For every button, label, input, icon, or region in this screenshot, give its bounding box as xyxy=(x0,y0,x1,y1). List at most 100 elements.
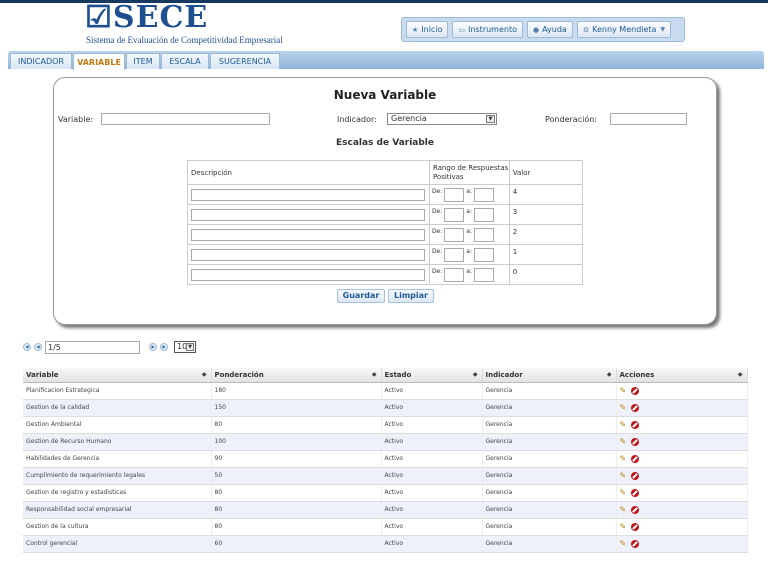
cell-acciones: ✎ xyxy=(616,535,748,553)
table-row[interactable]: Gestion de la calidad 150 Activo Gerencia ✎ xyxy=(23,399,748,417)
first-page-icon[interactable]: ◀ xyxy=(23,343,31,351)
range-cell: De: a: xyxy=(428,244,510,265)
last-page-icon[interactable]: ▶ xyxy=(160,343,168,351)
indicador-select[interactable]: Gerencia ▼ xyxy=(387,113,497,125)
ponderacion-input[interactable] xyxy=(610,113,687,125)
col-indicador[interactable]: Indicador ◆ xyxy=(482,368,617,383)
cell-ponderacion: 100 xyxy=(211,433,382,451)
table-row[interactable]: Control gerencial 60 Activo Gerencia ✎ xyxy=(23,535,748,553)
table-row[interactable]: Gestion de registro y estadisticas 80 Acti… xyxy=(23,484,748,502)
cell-estado: Activo xyxy=(381,450,483,468)
cell-ponderacion: 60 xyxy=(211,535,382,553)
description-input[interactable] xyxy=(191,229,425,241)
next-page-icon[interactable]: ▶ xyxy=(149,343,157,351)
range-to-input[interactable] xyxy=(473,248,494,262)
edit-pencil-icon[interactable]: ✎ xyxy=(620,403,629,412)
guardar-button[interactable]: Guardar xyxy=(337,289,385,303)
table-row[interactable]: Gestion de Recurso Humano 100 Activo Gerenc… xyxy=(23,433,748,451)
ayuda-label: Ayuda xyxy=(542,25,567,34)
tab-indicador[interactable]: INDICADOR xyxy=(10,53,72,69)
tab-escala[interactable]: ESCALA xyxy=(161,53,209,69)
range-to-input[interactable] xyxy=(473,208,494,222)
col-variable[interactable]: Variable ◆ xyxy=(23,368,212,383)
edit-pencil-icon[interactable]: ✎ xyxy=(620,437,629,446)
edit-pencil-icon[interactable]: ✎ xyxy=(620,505,629,514)
delete-icon[interactable] xyxy=(630,420,639,429)
table-row[interactable]: Habilidades de Gerencia 90 Activo Gerencia ✎ xyxy=(23,450,748,468)
cell-acciones: ✎ xyxy=(616,501,748,519)
edit-pencil-icon[interactable]: ✎ xyxy=(620,539,629,548)
table-header-row: Variable ◆ Ponderación ◆ Estado ◆ Indicador… xyxy=(23,368,748,383)
range-to-label: a: xyxy=(466,228,472,235)
cell-variable: Gestion de Recurso Humano xyxy=(23,433,212,451)
tab-item[interactable]: ITEM xyxy=(126,53,160,69)
delete-icon[interactable] xyxy=(630,522,639,531)
table-row[interactable]: Gestion de la cultura 80 Activo Gerencia ✎ xyxy=(23,518,748,536)
delete-icon[interactable] xyxy=(630,386,639,395)
delete-icon[interactable] xyxy=(630,437,639,446)
scale-row: De: a: 1 xyxy=(187,244,584,265)
description-input[interactable] xyxy=(191,189,425,201)
range-from-input[interactable] xyxy=(444,248,465,262)
limpiar-button[interactable]: Limpiar xyxy=(388,289,434,303)
scales-table: Descripción Rango de Respuestas Positiva… xyxy=(187,160,584,285)
logo-text: SECE xyxy=(112,0,209,35)
delete-icon[interactable] xyxy=(630,488,639,497)
inicio-button[interactable]: ★ Inicio xyxy=(406,21,449,38)
cell-acciones: ✎ xyxy=(616,518,748,536)
instrumento-button[interactable]: ▭ Instrumento xyxy=(452,21,523,38)
table-row[interactable]: Planificacion Estrategica 180 Activo Gerenc… xyxy=(23,382,748,400)
delete-icon[interactable] xyxy=(630,454,639,463)
col-ponderacion[interactable]: Ponderación ◆ xyxy=(211,368,382,383)
range-from-input[interactable] xyxy=(444,208,465,222)
range-from-label: De: xyxy=(431,228,443,235)
cell-estado: Activo xyxy=(381,501,483,519)
range-to-label: a: xyxy=(466,208,472,215)
pager: ◀ ◀ 1/5 ▶ ▶ 10 ▼ xyxy=(23,340,196,354)
description-input[interactable] xyxy=(191,209,425,221)
delete-icon[interactable] xyxy=(630,539,639,548)
range-to-input[interactable] xyxy=(473,188,494,202)
cell-estado: Activo xyxy=(381,416,483,434)
scale-row: De: a: 4 xyxy=(187,184,584,205)
delete-icon[interactable] xyxy=(630,403,639,412)
variable-input[interactable] xyxy=(101,113,270,125)
col-acciones[interactable]: Acciones ◆ xyxy=(616,368,748,383)
range-cell: De: a: xyxy=(428,204,510,225)
user-menu-button[interactable]: ⚙ Kenny Mendieta ▼ xyxy=(576,21,672,38)
variables-table: Variable ◆ Ponderación ◆ Estado ◆ Indicador… xyxy=(23,368,748,553)
cell-ponderacion: 90 xyxy=(211,450,382,468)
delete-icon[interactable] xyxy=(630,505,639,514)
delete-icon[interactable] xyxy=(630,471,639,480)
tab-sugerencia[interactable]: SUGERENCIA xyxy=(210,53,280,69)
description-input[interactable] xyxy=(191,249,425,261)
table-row[interactable]: Gestion Ambiental 80 Activo Gerencia ✎ xyxy=(23,416,748,434)
edit-pencil-icon[interactable]: ✎ xyxy=(620,420,629,429)
cell-indicador: Gerencia xyxy=(482,450,617,468)
cell-variable: Gestion Ambiental xyxy=(23,416,212,434)
edit-pencil-icon[interactable]: ✎ xyxy=(620,386,629,395)
edit-pencil-icon[interactable]: ✎ xyxy=(620,471,629,480)
prev-page-icon[interactable]: ◀ xyxy=(34,343,42,351)
rows-per-page-select[interactable]: 10 ▼ xyxy=(174,341,196,353)
table-row[interactable]: Responsabilidad social empresarial 80 Acti… xyxy=(23,501,748,519)
cell-ponderacion: 80 xyxy=(211,416,382,434)
description-input[interactable] xyxy=(191,269,425,281)
range-from-input[interactable] xyxy=(444,188,465,202)
range-from-input[interactable] xyxy=(444,268,465,282)
sece-logo: ☑SECE Sistema de Evaluación de Competiti… xyxy=(85,3,283,46)
range-to-input[interactable] xyxy=(473,228,494,242)
page-indicator[interactable]: 1/5 xyxy=(45,340,140,354)
col-estado[interactable]: Estado ◆ xyxy=(381,368,483,383)
tab-variable[interactable]: VARIABLE xyxy=(73,53,125,70)
ayuda-button[interactable]: ● Ayuda xyxy=(527,21,573,38)
edit-pencil-icon[interactable]: ✎ xyxy=(620,454,629,463)
scale-value: 4 xyxy=(508,184,584,205)
range-from-input[interactable] xyxy=(444,228,465,242)
scales-header-row: Descripción Rango de Respuestas Positiva… xyxy=(187,160,584,185)
edit-pencil-icon[interactable]: ✎ xyxy=(620,488,629,497)
col-indicador-label: Indicador xyxy=(485,370,523,379)
edit-pencil-icon[interactable]: ✎ xyxy=(620,522,629,531)
table-row[interactable]: Cumplimiento de requerimiento legales 50 A… xyxy=(23,467,748,485)
range-to-input[interactable] xyxy=(473,268,494,282)
